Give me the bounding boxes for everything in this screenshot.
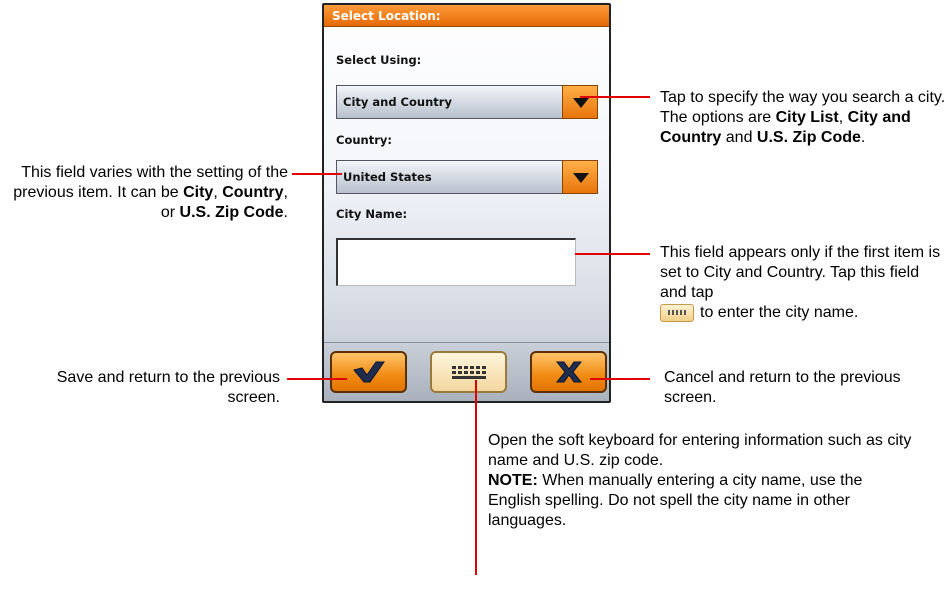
callout-cancel: Cancel and return to the previous screen… — [664, 369, 901, 406]
callout-select-using: Tap to specify the way you search a city… — [660, 89, 946, 146]
callout-line-save — [287, 378, 347, 380]
select-location-dialog: Select Location: Select Using: City and … — [322, 3, 611, 403]
country-value: United States — [343, 170, 432, 184]
city-name-label: City Name: — [336, 207, 408, 221]
callout-line-cancel — [590, 378, 650, 380]
select-using-label: Select Using: — [336, 53, 422, 67]
ok-button[interactable] — [330, 351, 407, 393]
callout-city-name: This field appears only if the first ite… — [660, 244, 941, 322]
callout-save: Save and return to the previous screen. — [56, 369, 280, 406]
callout-line-city-name — [575, 253, 650, 255]
country-label: Country: — [336, 133, 392, 147]
checkmark-icon — [352, 361, 385, 383]
keyboard-button[interactable] — [430, 351, 507, 393]
note-text: When manually entering a city name, use … — [488, 472, 863, 529]
city-name-input[interactable] — [336, 238, 576, 286]
dialog-title: Select Location: — [324, 5, 609, 27]
dropdown-arrow-icon[interactable] — [562, 85, 598, 119]
callout-country: This field varies with the setting of th… — [13, 164, 288, 221]
x-icon — [555, 361, 582, 383]
callout-line-select-using — [580, 96, 650, 98]
select-using-dropdown[interactable]: City and Country — [336, 85, 598, 119]
keyboard-icon — [451, 365, 486, 379]
note-label: NOTE: — [488, 472, 538, 489]
select-using-value: City and Country — [343, 95, 452, 109]
callout-keyboard: Open the soft keyboard for entering info… — [488, 431, 913, 531]
callout-line-keyboard — [475, 380, 477, 575]
country-dropdown[interactable]: United States — [336, 160, 598, 194]
dropdown-arrow-icon[interactable] — [562, 160, 598, 194]
button-bar — [324, 342, 609, 401]
cancel-button[interactable] — [530, 351, 607, 393]
keyboard-icon — [660, 303, 694, 322]
callout-line-country — [292, 173, 342, 175]
keyboard-callout-text: Open the soft keyboard for entering info… — [488, 432, 912, 469]
